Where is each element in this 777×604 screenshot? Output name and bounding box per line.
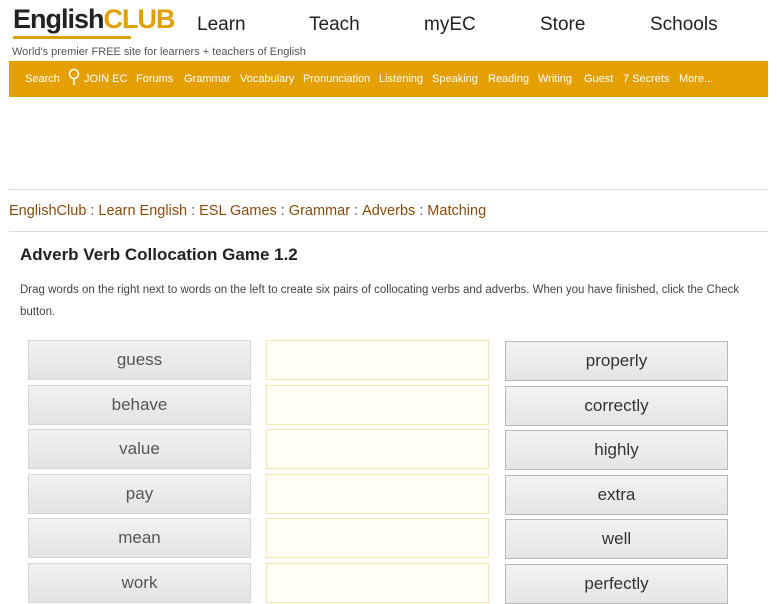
breadcrumb-learn-english[interactable]: Learn English xyxy=(98,203,187,219)
drop-target[interactable] xyxy=(266,474,489,514)
menu-join-ec[interactable]: JOIN EC xyxy=(84,73,127,85)
nav-teach[interactable]: Teach xyxy=(309,14,360,36)
verb-cell: behave xyxy=(28,385,251,425)
breadcrumb-separator: : xyxy=(354,203,359,219)
site-tagline: World's premier FREE site for learners +… xyxy=(12,46,306,58)
draggable-adverb[interactable]: properly xyxy=(505,341,728,381)
menu-grammar[interactable]: Grammar xyxy=(184,73,230,85)
verb-cell: guess xyxy=(28,340,251,380)
main-menu-bar: Search JOIN EC Forums Grammar Vocabulary… xyxy=(9,61,768,97)
draggable-adverb[interactable]: highly xyxy=(505,430,728,470)
divider-breadcrumb xyxy=(9,231,768,232)
nav-learn[interactable]: Learn xyxy=(197,14,246,36)
menu-listening[interactable]: Listening xyxy=(379,73,423,85)
drop-target[interactable] xyxy=(266,563,489,603)
verb-cell: value xyxy=(28,429,251,469)
menu-vocabulary[interactable]: Vocabulary xyxy=(240,73,294,85)
drop-target[interactable] xyxy=(266,340,489,380)
breadcrumb-separator: : xyxy=(90,203,95,219)
game-instructions: Drag words on the right next to words on… xyxy=(20,284,740,318)
nav-schools[interactable]: Schools xyxy=(650,14,718,36)
draggable-adverb[interactable]: correctly xyxy=(505,386,728,426)
top-nav: Learn Teach myEC Store Schools xyxy=(0,14,777,38)
draggable-adverb[interactable]: extra xyxy=(505,475,728,515)
breadcrumb-separator: : xyxy=(419,203,424,219)
menu-reading[interactable]: Reading xyxy=(488,73,529,85)
drop-target[interactable] xyxy=(266,429,489,469)
nav-store[interactable]: Store xyxy=(540,14,585,36)
nav-myec[interactable]: myEC xyxy=(424,14,476,36)
menu-forums[interactable]: Forums xyxy=(136,73,173,85)
breadcrumb-matching[interactable]: Matching xyxy=(427,203,486,219)
breadcrumb-separator: : xyxy=(280,203,285,219)
draggable-adverb[interactable]: well xyxy=(505,519,728,559)
breadcrumb: EnglishClub: Learn English: ESL Games: Gram… xyxy=(9,203,486,219)
breadcrumb-adverbs[interactable]: Adverbs xyxy=(362,203,415,219)
verb-cell: pay xyxy=(28,474,251,514)
menu-more[interactable]: More... xyxy=(679,73,713,85)
drop-target[interactable] xyxy=(266,385,489,425)
menu-guest[interactable]: Guest xyxy=(584,73,613,85)
menu-speaking[interactable]: Speaking xyxy=(432,73,478,85)
divider-top xyxy=(9,189,768,190)
page-title: Adverb Verb Collocation Game 1.2 xyxy=(20,245,298,264)
verb-cell: mean xyxy=(28,518,251,558)
draggable-adverb[interactable]: perfectly xyxy=(505,564,728,604)
breadcrumb-esl-games[interactable]: ESL Games xyxy=(199,203,277,219)
verb-cell: work xyxy=(28,563,251,603)
breadcrumb-separator: : xyxy=(191,203,196,219)
menu-writing[interactable]: Writing xyxy=(538,73,572,85)
breadcrumb-englishclub[interactable]: EnglishClub xyxy=(9,203,86,219)
search-icon[interactable] xyxy=(67,68,81,88)
drop-target[interactable] xyxy=(266,518,489,558)
menu-7-secrets[interactable]: 7 Secrets xyxy=(623,73,669,85)
menu-pronunciation[interactable]: Pronunciation xyxy=(303,73,370,85)
breadcrumb-grammar[interactable]: Grammar xyxy=(289,203,350,219)
menu-search[interactable]: Search xyxy=(25,73,60,85)
